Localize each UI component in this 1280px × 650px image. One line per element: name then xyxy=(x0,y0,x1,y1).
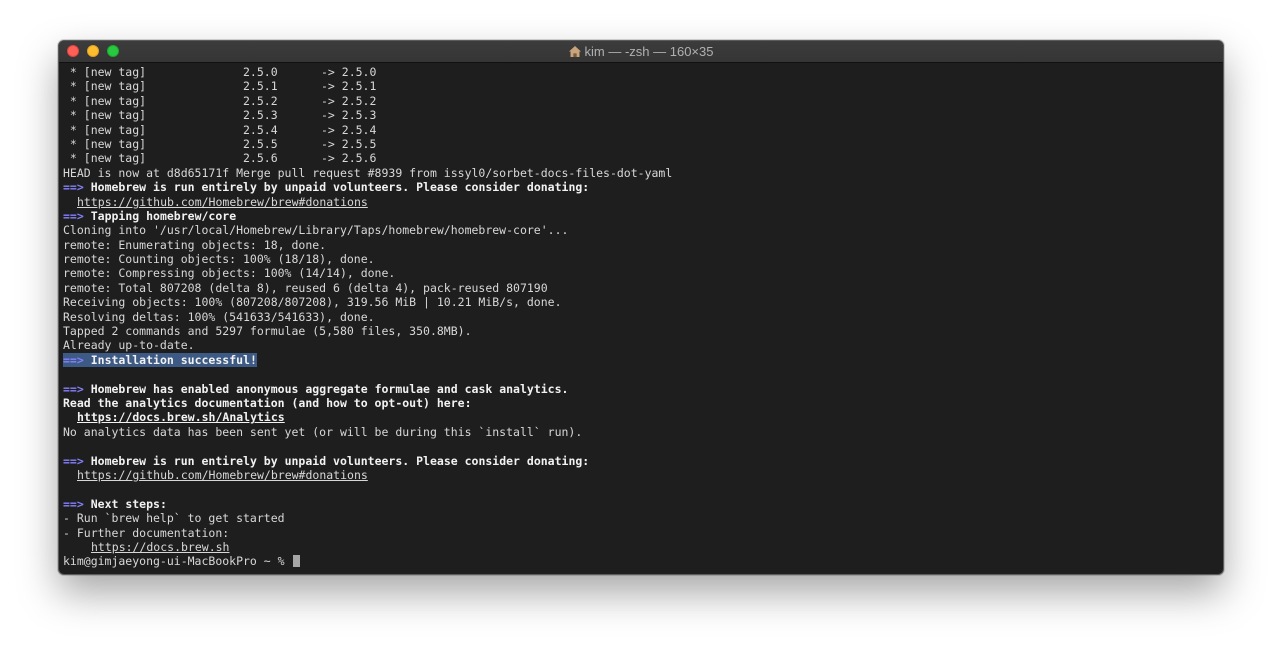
terminal-line: * [new tag] 2.5.5 -> 2.5.5 xyxy=(63,136,377,151)
terminal-line: Cloning into '/usr/local/Homebrew/Librar… xyxy=(63,223,569,238)
terminal-line: https://docs.brew.sh/Analytics xyxy=(63,410,1219,424)
terminal-line: https://docs.brew.sh xyxy=(63,540,1219,554)
arrow-marker: ==> xyxy=(63,381,84,396)
window-title: kim — -zsh — 160×35 xyxy=(59,41,1223,62)
arrow-marker: ==> xyxy=(63,352,84,367)
terminal-line: Already up-to-date. xyxy=(63,338,195,353)
terminal-line: remote: Enumerating objects: 18, done. xyxy=(63,237,327,252)
terminal-line: ==> Homebrew is run entirely by unpaid v… xyxy=(63,453,590,468)
terminal-line: No analytics data has been sent yet (or … xyxy=(63,424,583,439)
terminal-line: ==> Homebrew has enabled anonymous aggre… xyxy=(63,381,569,396)
title-bar[interactable]: kim — -zsh — 160×35 xyxy=(59,41,1223,63)
terminal-line: https://github.com/Homebrew/brew#donatio… xyxy=(63,195,1219,209)
terminal-line: * [new tag] 2.5.4 -> 2.5.4 xyxy=(63,122,377,137)
arrow-marker: ==> xyxy=(63,208,84,223)
terminal-line: HEAD is now at d8d65171f Merge pull requ… xyxy=(63,165,673,180)
terminal-line: * [new tag] 2.5.0 -> 2.5.0 xyxy=(63,65,377,79)
terminal-line: * [new tag] 2.5.1 -> 2.5.1 xyxy=(63,79,377,94)
docs-link[interactable]: https://docs.brew.sh xyxy=(91,540,229,554)
donations-link[interactable]: https://github.com/Homebrew/brew#donatio… xyxy=(77,468,368,482)
terminal-line: * [new tag] 2.5.3 -> 2.5.3 xyxy=(63,108,377,123)
terminal-line: remote: Total 807208 (delta 8), reused 6… xyxy=(63,280,548,295)
terminal-line: ==> Homebrew is run entirely by unpaid v… xyxy=(63,180,590,195)
text-cursor xyxy=(293,555,301,568)
window-title-text: kim — -zsh — 160×35 xyxy=(584,44,714,59)
terminal-line: - Further documentation: xyxy=(63,525,230,540)
terminal-line: ==> Next steps: xyxy=(63,496,167,511)
prompt-line[interactable]: kim@gimjaeyong-ui-MacBookPro ~ % xyxy=(63,554,1219,568)
terminal-line: Resolving deltas: 100% (541633/541633), … xyxy=(63,309,375,324)
terminal-line: remote: Counting objects: 100% (18/18), … xyxy=(63,252,375,267)
analytics-link[interactable]: https://docs.brew.sh/Analytics xyxy=(77,410,285,424)
terminal-line: * [new tag] 2.5.6 -> 2.5.6 xyxy=(63,151,377,166)
home-icon xyxy=(568,46,581,57)
arrow-marker: ==> xyxy=(63,496,84,511)
donations-link[interactable]: https://github.com/Homebrew/brew#donatio… xyxy=(77,195,368,209)
terminal-line: Tapped 2 commands and 5297 formulae (5,5… xyxy=(63,324,472,339)
shell-prompt: kim@gimjaeyong-ui-MacBookPro ~ % xyxy=(63,554,292,569)
terminal-line: ==> Installation successful! xyxy=(63,352,1219,368)
arrow-marker: ==> xyxy=(63,453,84,468)
terminal-line: ==> Tapping homebrew/core xyxy=(63,208,237,223)
terminal-line: - Run `brew help` to get started xyxy=(63,511,285,526)
selected-text[interactable]: ==> Installation successful! xyxy=(63,352,257,368)
terminal-line: * [new tag] 2.5.2 -> 2.5.2 xyxy=(63,93,377,108)
terminal-line: Receiving objects: 100% (807208/807208),… xyxy=(63,295,562,310)
terminal-output[interactable]: * [new tag] 2.5.0 -> 2.5.0 * [new tag] 2.5.… xyxy=(63,65,1219,574)
terminal-line: remote: Compressing objects: 100% (14/14… xyxy=(63,266,396,281)
terminal-line: Read the analytics documentation (and ho… xyxy=(63,395,472,410)
arrow-marker: ==> xyxy=(63,180,84,195)
terminal-line: https://github.com/Homebrew/brew#donatio… xyxy=(63,468,1219,482)
terminal-window: kim — -zsh — 160×35 * [new tag] 2.5.0 -> 2… xyxy=(58,40,1224,575)
